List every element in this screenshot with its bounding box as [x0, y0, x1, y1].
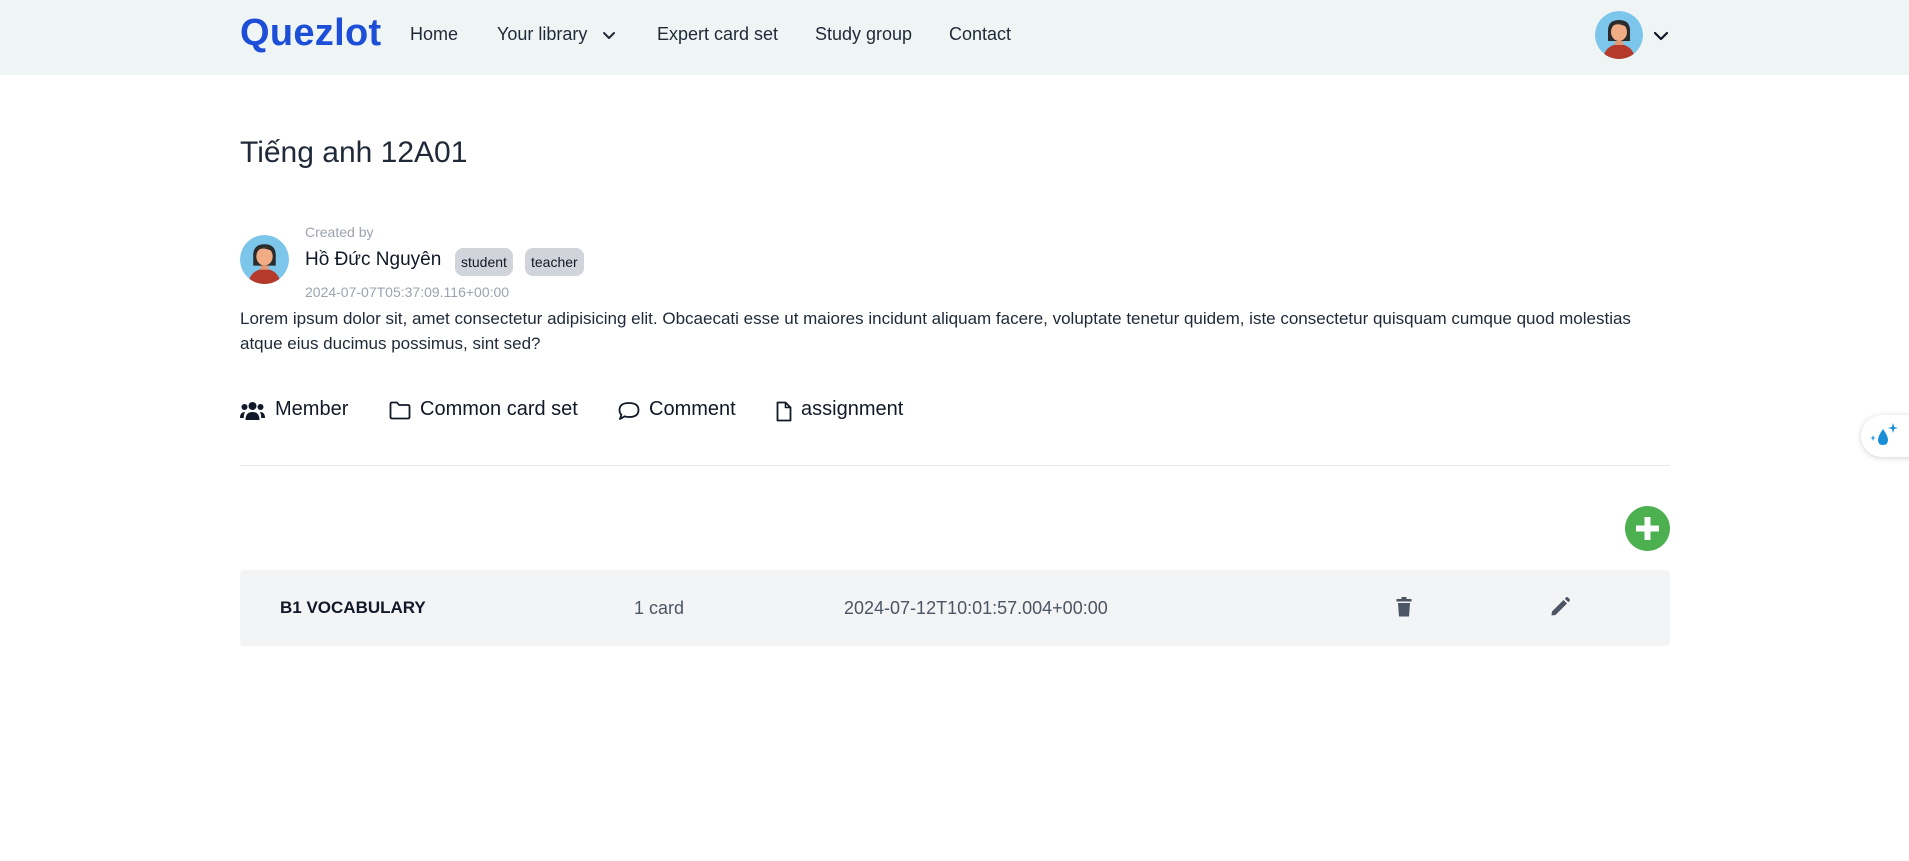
trash-icon[interactable]	[1393, 596, 1415, 618]
plus-icon	[1636, 517, 1659, 540]
chevron-down-icon[interactable]	[601, 27, 617, 43]
nav-your-library[interactable]: Your library	[497, 24, 587, 45]
comment-icon	[618, 402, 640, 420]
sparkle-drop-icon	[1870, 423, 1898, 445]
creator-name: Hồ Đức Nguyên	[305, 249, 442, 270]
tab-member-label: Member	[275, 398, 349, 420]
top-navbar: Quezlot Home Your library Expert card se…	[0, 0, 1909, 75]
card-set-count: 1 card	[634, 598, 685, 618]
role-badge-student: student	[455, 248, 513, 276]
folder-icon	[389, 401, 411, 420]
nav-home[interactable]: Home	[410, 24, 458, 45]
created-by-label: Created by	[305, 224, 374, 240]
tab-comment-label: Comment	[649, 398, 736, 420]
tabs-divider	[240, 465, 1670, 466]
page-title: Tiếng anh 12A01	[240, 136, 468, 169]
brand-logo[interactable]: Quezlot	[240, 12, 381, 55]
floating-assistant-widget[interactable]	[1861, 415, 1909, 457]
card-set-row: B1 VOCABULARY 1 card 2024-07-12T10:01:57…	[240, 570, 1670, 646]
user-avatar[interactable]	[1595, 11, 1643, 59]
card-set-name[interactable]: B1 VOCABULARY	[280, 598, 426, 618]
group-description: Lorem ipsum dolor sit, amet consectetur …	[240, 309, 1631, 353]
created-at-timestamp: 2024-07-07T05:37:09.116+00:00	[305, 284, 510, 300]
nav-study-group[interactable]: Study group	[815, 24, 912, 45]
tab-comment[interactable]: Comment	[618, 398, 738, 424]
users-icon	[240, 402, 265, 420]
file-icon	[776, 401, 792, 422]
tab-common-card-set-label: Common card set	[420, 398, 578, 420]
add-card-set-button[interactable]	[1625, 506, 1670, 551]
tab-member[interactable]: Member	[240, 398, 352, 424]
edit-pencil-icon[interactable]	[1549, 596, 1571, 618]
tab-common-card-set[interactable]: Common card set	[389, 398, 581, 424]
user-menu-chevron-icon[interactable]	[1652, 27, 1670, 45]
card-set-date: 2024-07-12T10:01:57.004+00:00	[844, 598, 1108, 618]
nav-expert-card-set[interactable]: Expert card set	[657, 24, 778, 45]
role-badge-teacher: teacher	[525, 248, 584, 276]
nav-contact[interactable]: Contact	[949, 24, 1011, 45]
tab-assignment-label: assignment	[801, 398, 904, 420]
creator-avatar	[240, 235, 289, 284]
tab-assignment[interactable]: assignment	[775, 398, 910, 424]
